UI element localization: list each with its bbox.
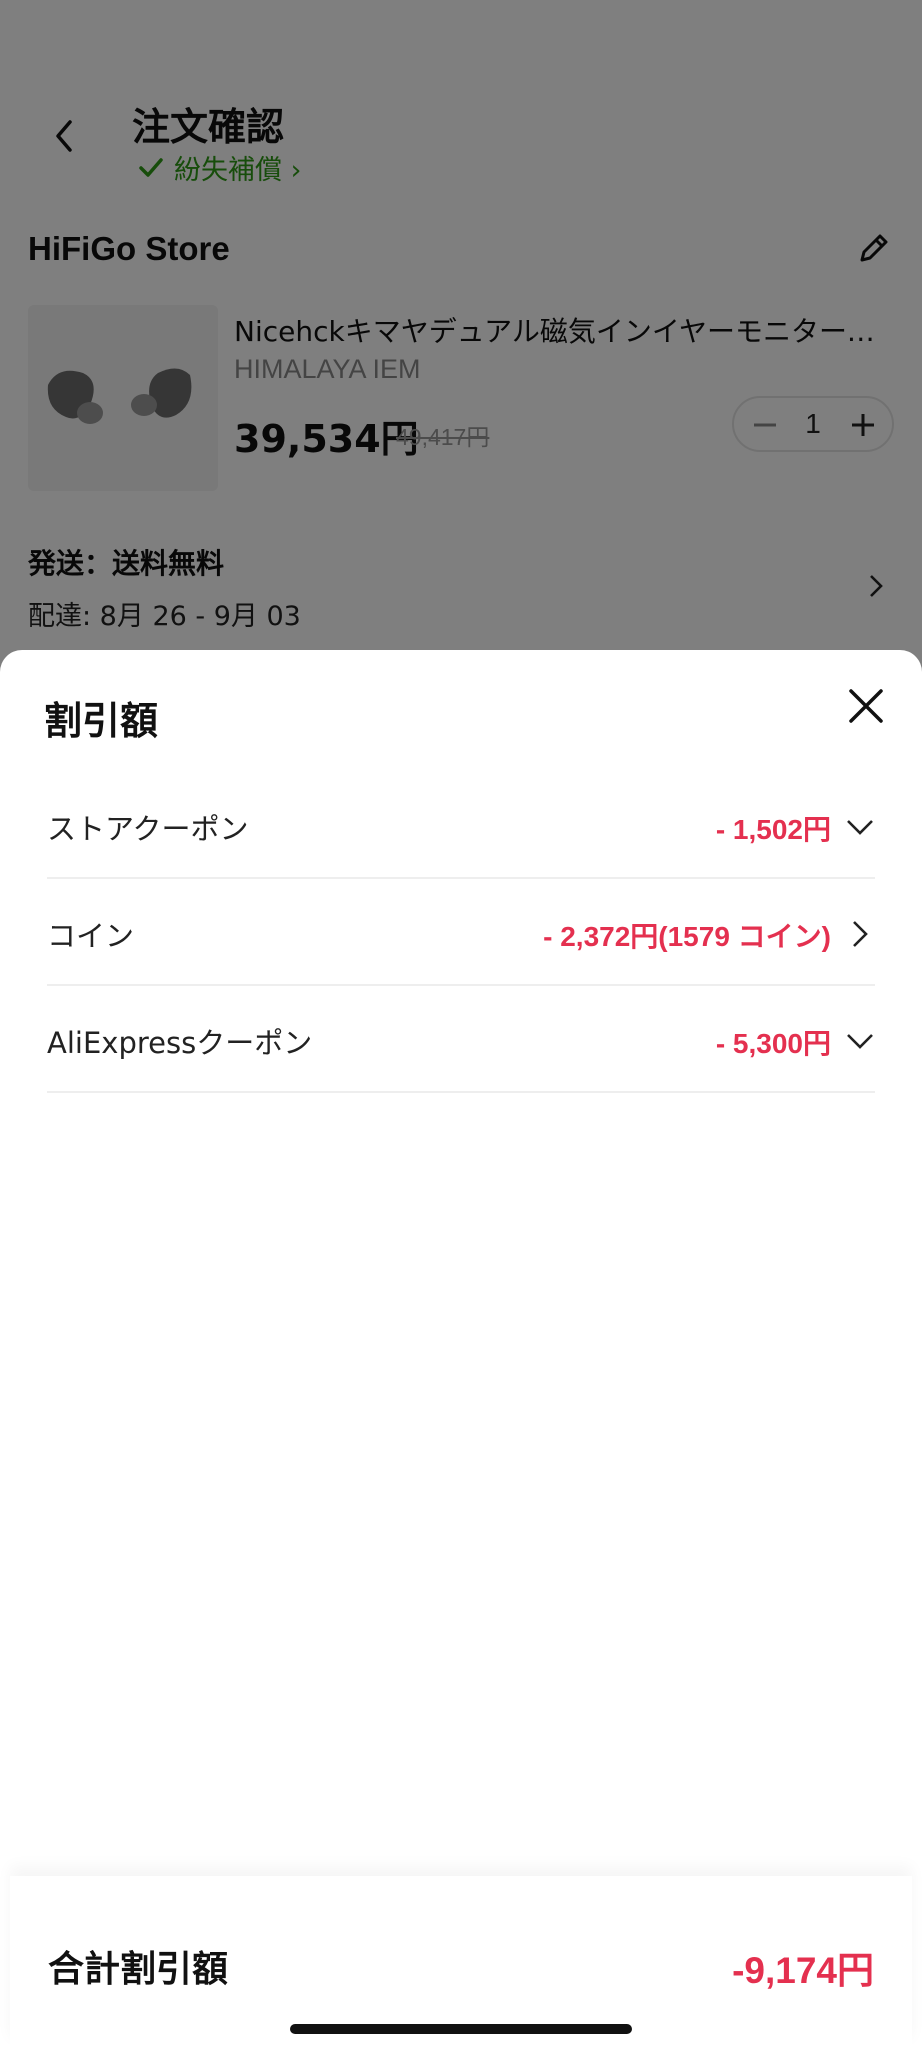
total-discount-bar: 合計割引額 -9,174円: [10, 1876, 912, 2048]
total-discount-value: -9,174円: [732, 1950, 874, 1991]
total-discount-label: 合計割引額: [48, 1949, 229, 1990]
row-value: - 5,300円: [715, 1028, 831, 1059]
chevron-down-icon[interactable]: [845, 812, 875, 842]
chevron-down-icon[interactable]: [845, 1026, 875, 1056]
aliexpress-coupon-row[interactable]: AliExpressクーポン - 5,300円: [47, 986, 875, 1093]
home-indicator[interactable]: [290, 2024, 632, 2034]
store-coupon-row[interactable]: ストアクーポン - 1,502円: [47, 772, 875, 879]
sheet-title: 割引額: [44, 699, 159, 743]
row-label: ストアクーポン: [47, 812, 249, 846]
chevron-right-icon[interactable]: [845, 919, 875, 949]
coins-row[interactable]: コイン - 2,372円(1579 コイン): [47, 879, 875, 986]
row-label: AliExpressクーポン: [47, 1026, 313, 1060]
row-value: - 1,502円: [715, 814, 831, 845]
row-label: コイン: [47, 919, 135, 953]
discount-sheet: 割引額 ストアクーポン - 1,502円 コイン - 2,372円(1579 コ…: [0, 650, 922, 2048]
close-icon[interactable]: [846, 686, 886, 726]
row-value: - 2,372円(1579 コイン): [543, 921, 831, 952]
